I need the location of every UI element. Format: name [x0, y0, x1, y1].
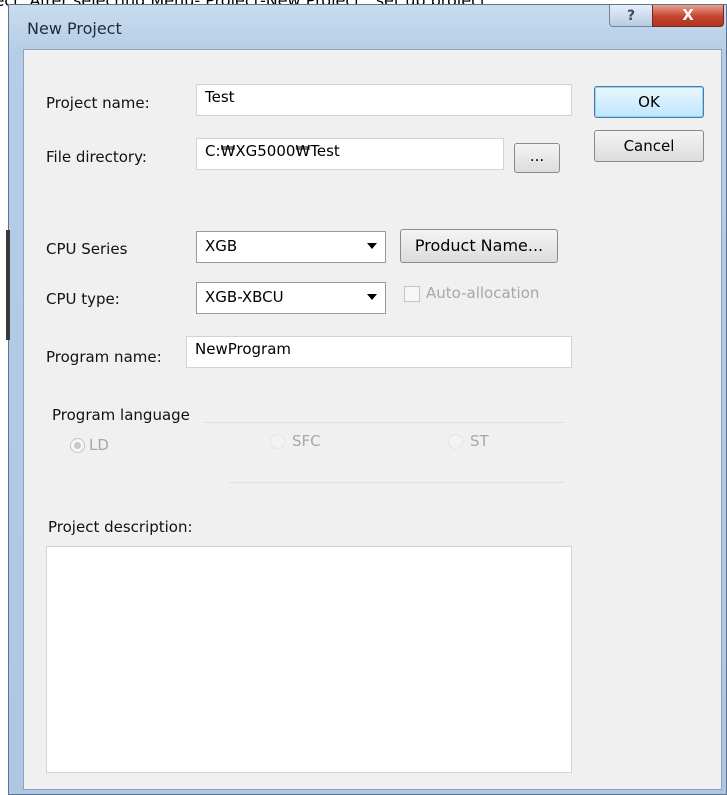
- auto-allocation-checkbox[interactable]: [404, 286, 420, 302]
- cpu-series-label: CPU Series: [46, 240, 128, 258]
- close-button[interactable]: X: [652, 5, 724, 27]
- auto-allocation-label: Auto-allocation: [426, 284, 540, 302]
- file-directory-input[interactable]: C:₩XG5000₩Test: [196, 138, 504, 170]
- project-name-input[interactable]: Test: [196, 84, 572, 116]
- program-language-group-bottom: [229, 482, 564, 484]
- language-sfc-radio[interactable]: [270, 434, 285, 449]
- program-name-label: Program name:: [46, 348, 162, 366]
- product-name-button[interactable]: Product Name...: [400, 229, 558, 263]
- cpu-type-value: XGB-XBCU: [205, 288, 284, 306]
- browse-directory-button[interactable]: ...: [514, 143, 560, 173]
- chevron-down-icon: [367, 243, 377, 249]
- program-language-label: Program language: [52, 406, 190, 424]
- cpu-series-select[interactable]: XGB: [196, 231, 386, 263]
- dialog-body: Project name: Test File directory: C:₩XG…: [23, 49, 722, 790]
- cancel-button[interactable]: Cancel: [594, 130, 704, 162]
- language-ld-label: LD: [89, 436, 109, 454]
- cpu-type-select[interactable]: XGB-XBCU: [196, 282, 386, 314]
- program-name-input[interactable]: NewProgram: [186, 336, 572, 368]
- dialog-title: New Project: [27, 19, 122, 38]
- language-st-label: ST: [470, 432, 489, 450]
- program-language-group-border: [204, 422, 564, 424]
- new-project-dialog: New Project ? X Project name: Test File …: [8, 4, 727, 795]
- language-st-radio[interactable]: [448, 434, 463, 449]
- project-description-textarea[interactable]: [46, 546, 572, 773]
- language-sfc-label: SFC: [292, 432, 321, 450]
- cpu-type-label: CPU type:: [46, 290, 120, 308]
- project-name-label: Project name:: [46, 94, 150, 112]
- window-edge-shadow: [6, 230, 10, 340]
- language-ld-radio[interactable]: [70, 438, 85, 453]
- file-directory-label: File directory:: [46, 148, 147, 166]
- project-description-label: Project description:: [48, 518, 193, 536]
- help-button[interactable]: ?: [609, 5, 653, 27]
- cpu-series-value: XGB: [205, 237, 238, 255]
- ok-button[interactable]: OK: [594, 86, 704, 118]
- chevron-down-icon: [367, 294, 377, 300]
